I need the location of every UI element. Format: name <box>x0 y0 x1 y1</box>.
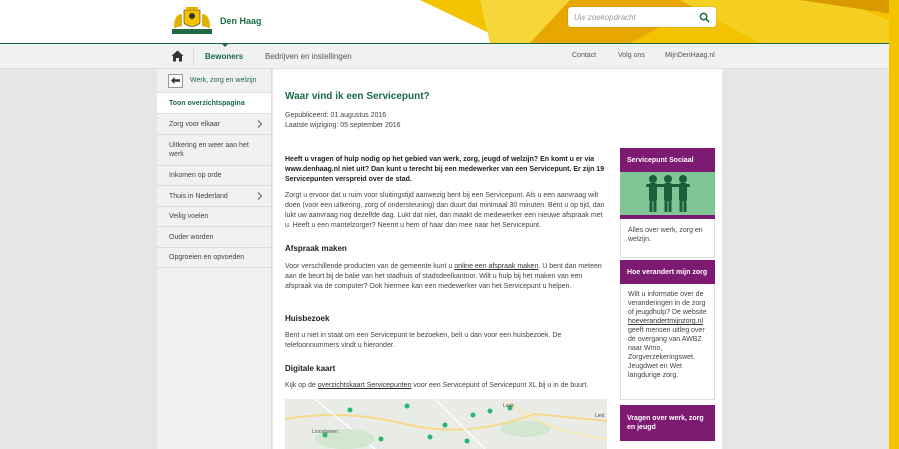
sidebar-item-opgroeien[interactable]: Opgroeien en opvoeden <box>157 248 271 268</box>
arrow-left-icon <box>171 77 180 84</box>
nav-divider <box>193 48 194 66</box>
box-title: Servicepunt Sociaal <box>620 148 715 172</box>
sidebar-item-label: Veilig voelen <box>169 213 209 220</box>
sidebar-item-label: Thuis in Nederland <box>169 192 228 200</box>
back-button[interactable] <box>168 73 183 88</box>
online-afspraak-link[interactable]: online een afspraak maken <box>454 263 538 270</box>
sidebar-item-ouder[interactable]: Ouder worden <box>157 227 271 248</box>
modified-date: Laatste wijziging: 05 september 2016 <box>285 122 401 129</box>
map-graphic <box>285 399 607 449</box>
column-spacer <box>613 69 614 449</box>
sidebar-back-row[interactable]: Werk, zorg en welzijn <box>157 69 271 93</box>
text-segment: geeft mensen uitleg over de overgang van… <box>628 327 705 379</box>
servicepunten-map[interactable]: Loosduinen Laak Leid <box>285 399 607 449</box>
nav-contact[interactable]: Contact <box>572 52 596 59</box>
brand-name: Den Haag <box>220 16 262 26</box>
box-title: Vragen over werk, zorg en jeugd <box>620 405 715 441</box>
search-placeholder: Uw zoekopdracht <box>574 12 636 22</box>
heading-digitale-kaart: Digitale kaart <box>285 364 336 373</box>
heading-afspraak: Afspraak maken <box>285 244 347 253</box>
search-input[interactable]: Uw zoekopdracht <box>568 7 716 27</box>
people-group-icon <box>646 175 690 212</box>
overzichtskaart-link[interactable]: overzichtskaart Servicepunten <box>318 382 412 389</box>
page-scrollbar[interactable] <box>889 0 899 449</box>
logo-link[interactable]: Den Haag <box>170 6 262 36</box>
sidebar-item-inkomen[interactable]: Inkomen op orde <box>157 166 271 186</box>
map-label-leid: Leid <box>595 413 605 419</box>
nav-bewoners[interactable]: Bewoners <box>205 52 243 61</box>
sidebar-item-label: Uitkering en weer aan het werk <box>169 142 249 158</box>
paragraph-huisbezoek: Bent u niet in staat om een Servicepunt … <box>285 332 562 349</box>
text-segment: voor een Servicepunt of Servicepunt XL b… <box>411 382 589 389</box>
box-hoe-verandert-zorg[interactable]: Hoe verandert mijn zorg Wilt u informati… <box>620 260 715 400</box>
paragraph-kaart: Kijk op de overzichtskaart Servicepunten… <box>285 381 607 391</box>
map-label-laak: Laak <box>503 403 514 409</box>
sidebar-item-uitkering[interactable]: Uitkering en weer aan het werk <box>157 135 271 166</box>
sidebar-item-label: Toon overzichtspagina <box>169 99 245 107</box>
text-segment: Voor verschillende producten van de geme… <box>285 263 455 270</box>
main-navigation: Bewoners Bedrijven en instellingen Conta… <box>0 43 899 69</box>
paragraph-sluitingstijd: Zorgt u ervoor dat u ruim voor sluitings… <box>285 192 605 229</box>
heading-huisbezoek: Huisbezoek <box>285 314 330 323</box>
sidebar-item-overzicht[interactable]: Toon overzichtspagina <box>157 93 271 114</box>
box-vragen-werk-zorg[interactable]: Vragen over werk, zorg en jeugd <box>620 405 715 441</box>
box-title: Hoe verandert mijn zorg <box>620 260 715 284</box>
home-icon[interactable] <box>171 50 184 62</box>
sidebar: Werk, zorg en welzijn Toon overzichtspag… <box>157 69 272 449</box>
search-icon[interactable] <box>699 12 710 23</box>
coat-of-arms-logo <box>172 7 212 34</box>
sidebar-item-label: Ouder worden <box>169 233 214 241</box>
site-header: Den Haag Uw zoekopdracht <box>0 0 899 43</box>
paragraph-afspraak: Voor verschillende producten van de geme… <box>285 262 607 292</box>
sidebar-item-veilig[interactable]: Veilig voelen <box>157 207 271 227</box>
active-indicator-caret <box>221 43 229 47</box>
box-text: Wilt u informatie over de veranderingen … <box>620 284 715 400</box>
sidebar-item-label: Zorg voor elkaar <box>169 120 220 128</box>
published-date: Gepubliceerd: 01 augustus 2016 <box>285 112 387 119</box>
chevron-right-icon <box>257 192 263 200</box>
nav-volg-ons[interactable]: Volg ons <box>618 52 645 59</box>
sidebar-item-zorg[interactable]: Zorg voor elkaar <box>157 114 271 135</box>
nav-mijndenhaag[interactable]: MijnDenHaag.nl <box>665 52 715 59</box>
box-text: Alles over werk, zorg en welzijn. <box>620 219 715 258</box>
text-segment: Wilt u informatie over de veranderingen … <box>628 291 707 316</box>
chevron-right-icon <box>257 120 263 128</box>
nav-bedrijven[interactable]: Bedrijven en instellingen <box>265 52 352 61</box>
sidebar-item-label: Opgroeien en opvoeden <box>169 254 245 261</box>
people-illustration <box>620 172 715 219</box>
text-segment: Kijk op de <box>285 382 318 389</box>
article-meta: Gepubliceerd: 01 augustus 2016 Laatste w… <box>285 111 401 131</box>
sidebar-item-label: Inkomen op orde <box>169 172 222 179</box>
box-servicepunt-sociaal[interactable]: Servicepunt Sociaal Alles over werk, zor… <box>620 148 715 258</box>
page-title: Waar vind ik een Servicepunt? <box>285 91 430 102</box>
hoeverandertmijnzorg-link[interactable]: hoeverandertmijnzorg.nl <box>628 318 703 325</box>
intro-text: Heeft u vragen of hulp nodig op het gebi… <box>285 156 605 183</box>
map-label-loosduinen: Loosduinen <box>312 429 338 435</box>
back-label: Werk, zorg en welzijn <box>190 77 257 84</box>
sidebar-item-thuis[interactable]: Thuis in Nederland <box>157 186 271 207</box>
